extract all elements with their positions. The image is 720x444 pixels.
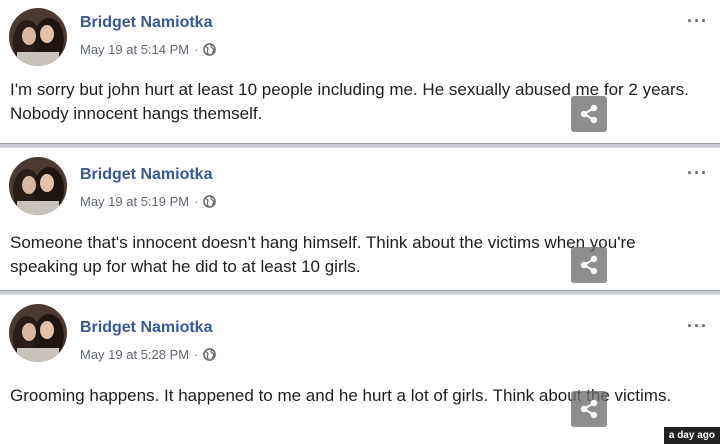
globe-icon [203,43,217,56]
time-ago-badge: a day ago [663,427,720,444]
author-name[interactable]: Bridget Namiotka [80,319,212,337]
post-meta: May 19 at 5:14 PM · [80,42,217,57]
post-1: Bridget Namiotka May 19 at 5:14 PM · ···… [0,0,720,143]
globe-icon [203,348,217,361]
avatar[interactable] [9,157,67,215]
more-options-icon[interactable]: ··· [687,12,708,30]
author-name[interactable]: Bridget Namiotka [80,14,212,32]
more-options-icon[interactable]: ··· [687,317,708,335]
share-icon[interactable] [571,391,607,427]
share-icon[interactable] [571,247,607,283]
globe-icon [203,195,217,208]
meta-separator: · [194,194,199,209]
share-icon[interactable] [571,96,607,132]
timestamp[interactable]: May 19 at 5:28 PM [80,347,189,362]
avatar[interactable] [9,304,67,362]
author-name[interactable]: Bridget Namiotka [80,166,212,184]
timestamp[interactable]: May 19 at 5:19 PM [80,194,189,209]
post-meta: May 19 at 5:19 PM · [80,194,217,209]
meta-separator: · [194,42,199,57]
more-options-icon[interactable]: ··· [687,164,708,182]
post-3: Bridget Namiotka May 19 at 5:28 PM · ···… [0,295,720,444]
avatar[interactable] [9,8,67,66]
post-2: Bridget Namiotka May 19 at 5:19 PM · ···… [0,148,720,290]
post-meta: May 19 at 5:28 PM · [80,347,217,362]
timestamp[interactable]: May 19 at 5:14 PM [80,42,189,57]
meta-separator: · [194,347,199,362]
